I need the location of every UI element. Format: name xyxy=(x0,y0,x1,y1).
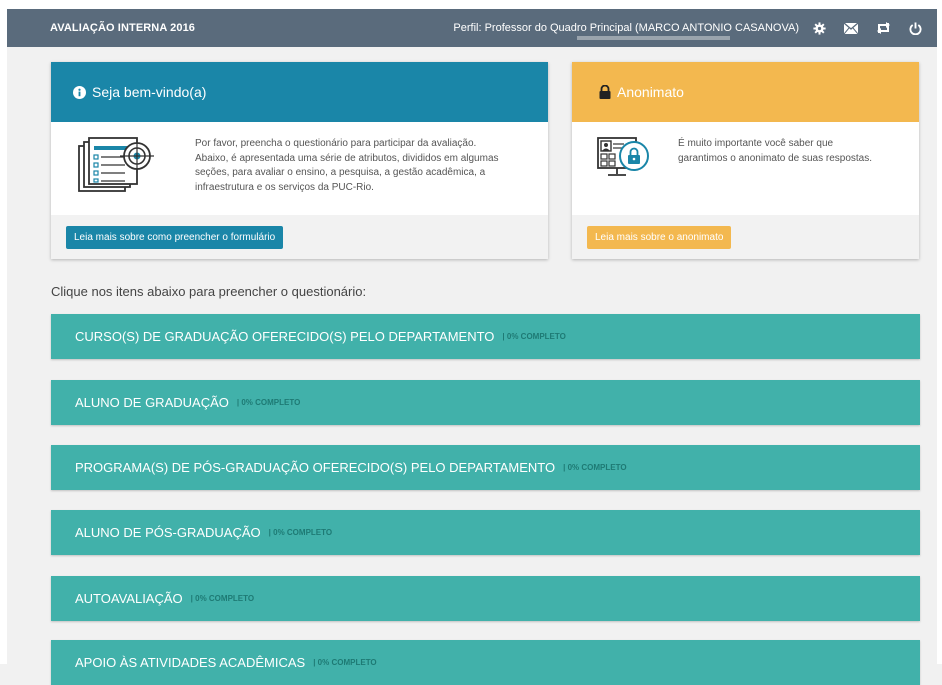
section-postgraduate-programs[interactable]: PROGRAMA(S) DE PÓS-GRADUAÇÃO OFERECIDO(S… xyxy=(51,445,920,490)
section-title: CURSO(S) DE GRADUAÇÃO OFERECIDO(S) PELO … xyxy=(75,329,495,344)
anonymity-card-body: É muito importante você saber que garant… xyxy=(572,122,919,215)
welcome-text-line: Por favor, preencha o questionário para … xyxy=(195,138,477,149)
anonymity-text-line: garantimos o anonimato de suas respostas… xyxy=(678,152,872,164)
welcome-card: Seja bem-vindo(a) Por favor, preencha o … xyxy=(51,62,548,259)
anonymity-card: Anonimato É muito importante você saber … xyxy=(572,62,919,259)
section-title: AUTOAVALIAÇÃO xyxy=(75,591,183,606)
section-postgraduate-student[interactable]: ALUNO DE PÓS-GRADUAÇÃO | 0% COMPLETO xyxy=(51,510,920,555)
anonymous-monitor-icon xyxy=(596,136,658,215)
section-progress: | 0% COMPLETO xyxy=(502,332,566,341)
section-graduation-courses[interactable]: CURSO(S) DE GRADUAÇÃO OFERECIDO(S) PELO … xyxy=(51,314,920,359)
section-progress: | 0% COMPLETO xyxy=(236,398,301,407)
topbar-actions xyxy=(811,20,923,36)
app-title[interactable]: AVALIAÇÃO INTERNA 2016 xyxy=(50,22,195,34)
welcome-text-line: Abaixo, é apresentada uma série de atrib… xyxy=(195,152,499,164)
instructions-text: Clique nos itens abaixo para preencher o… xyxy=(51,284,367,299)
top-navbar: AVALIAÇÃO INTERNA 2016 Perfil: Professor… xyxy=(7,9,937,47)
section-title: ALUNO DE PÓS-GRADUAÇÃO xyxy=(75,525,261,540)
window-frame-left xyxy=(0,0,7,664)
section-progress: | 0% COMPLETO xyxy=(268,528,333,537)
welcome-card-text: Por favor, preencha o questionário para … xyxy=(195,137,540,215)
section-title: PROGRAMA(S) DE PÓS-GRADUAÇÃO OFERECIDO(S… xyxy=(75,460,556,475)
welcome-text-line: seções, para avaliar o ensino, a pesquis… xyxy=(195,167,486,178)
lock-icon xyxy=(599,85,611,99)
anonymity-info-button[interactable]: Leia mais sobre o anonimato xyxy=(587,225,732,249)
section-self-evaluation[interactable]: AUTOAVALIAÇÃO | 0% COMPLETO xyxy=(51,576,920,621)
power-icon[interactable] xyxy=(907,20,923,36)
anonymity-card-header: Anonimato xyxy=(572,62,919,122)
section-progress: | 0% COMPLETO xyxy=(190,594,255,603)
section-graduation-student[interactable]: ALUNO DE GRADUAÇÃO | 0% COMPLETO xyxy=(51,380,920,425)
section-progress: | 0% COMPLETO xyxy=(563,463,627,472)
profile-label: Perfil: Professor do Quadro Principal (M… xyxy=(453,22,799,40)
anonymity-card-footer: Leia mais sobre o anonimato xyxy=(572,215,919,259)
anonymity-card-title: Anonimato xyxy=(617,84,684,100)
welcome-card-footer: Leia mais sobre como preencher o formulá… xyxy=(51,215,548,259)
questionnaire-target-icon xyxy=(77,136,159,215)
welcome-card-header: Seja bem-vindo(a) xyxy=(51,62,548,122)
profile-highlight xyxy=(577,36,731,40)
welcome-text-line: infraestrutura e os serviços da PUC-Rio. xyxy=(195,181,374,193)
how-to-fill-button[interactable]: Leia mais sobre como preencher o formulá… xyxy=(66,225,284,249)
section-title: APOIO ÀS ATIVIDADES ACADÊMICAS xyxy=(75,655,306,670)
anonymity-card-text: É muito importante você saber que garant… xyxy=(678,137,908,215)
anonymity-text-line: É muito importante você saber que xyxy=(678,138,834,149)
window-frame-right xyxy=(937,0,942,664)
section-progress: | 0% COMPLETO xyxy=(313,658,377,667)
welcome-card-title: Seja bem-vindo(a) xyxy=(92,84,207,100)
welcome-card-body: Por favor, preencha o questionário para … xyxy=(51,122,548,215)
mail-icon[interactable] xyxy=(843,20,859,36)
window-frame-top xyxy=(0,0,942,9)
gear-icon[interactable] xyxy=(811,20,827,36)
info-icon xyxy=(73,85,86,99)
switch-icon[interactable] xyxy=(875,20,891,36)
section-title: ALUNO DE GRADUAÇÃO xyxy=(75,395,229,410)
profile-text: Perfil: Professor do Quadro Principal (M… xyxy=(453,22,799,34)
section-academic-support[interactable]: APOIO ÀS ATIVIDADES ACADÊMICAS | 0% COMP… xyxy=(51,640,920,685)
